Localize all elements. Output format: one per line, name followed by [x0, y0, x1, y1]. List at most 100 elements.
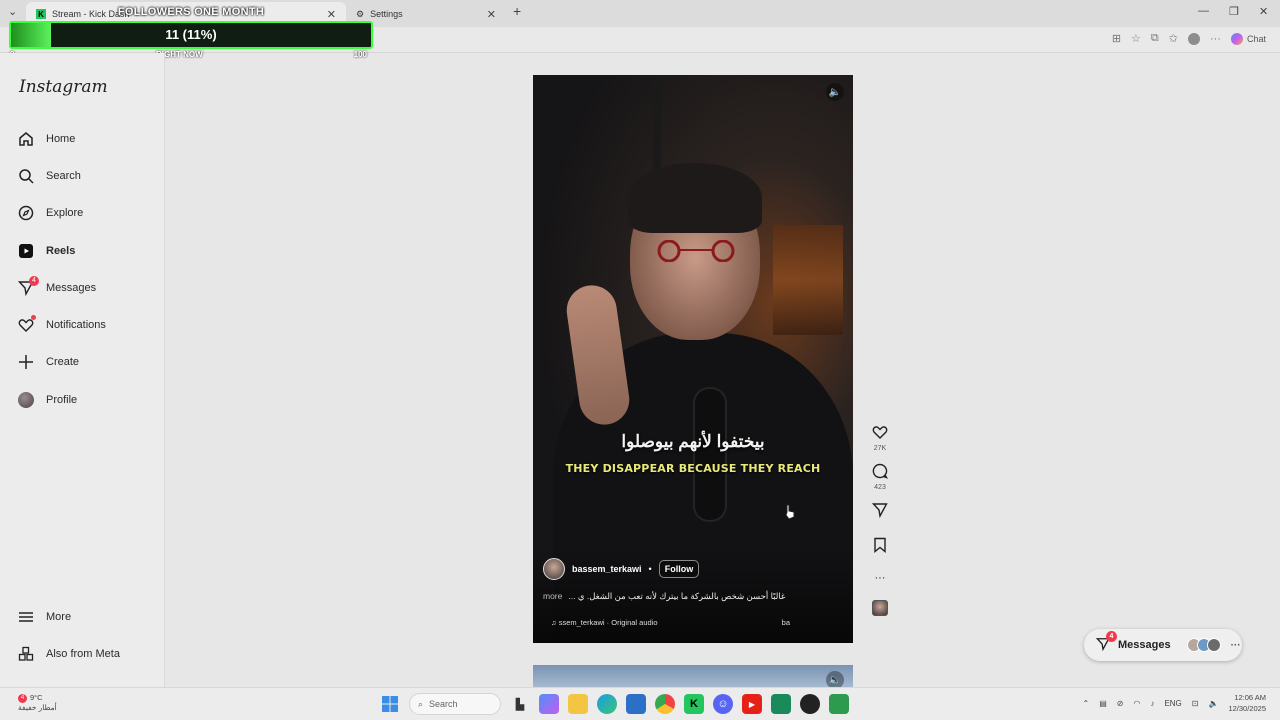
discord-icon[interactable]: ☺ — [713, 694, 733, 714]
app-icon[interactable] — [771, 694, 791, 714]
volume-icon[interactable]: 🔈 — [1208, 699, 1218, 708]
close-tab-icon[interactable]: ✕ — [487, 8, 496, 21]
sidebar-item-explore[interactable]: Explore — [0, 195, 165, 232]
sidebar-item-home[interactable]: Home — [0, 120, 165, 157]
favorite-star-icon[interactable]: ☆ — [1131, 32, 1141, 45]
instagram-logo[interactable]: Instagram — [19, 77, 108, 97]
tab-title: Settings — [370, 9, 403, 19]
sidebar-item-label: Explore — [46, 207, 84, 220]
share-icon — [868, 502, 892, 522]
music-note-icon: ♫ — [551, 618, 557, 627]
new-tab-button[interactable]: + — [513, 3, 521, 19]
followers-progress-value: 11 (11%) — [165, 27, 217, 42]
sidebar-item-also-from-meta[interactable]: Also from Meta — [0, 635, 165, 672]
copilot-icon — [1230, 32, 1243, 45]
comment-icon — [868, 463, 892, 483]
separator-dot: • — [648, 564, 652, 574]
speaker-hair — [628, 163, 762, 233]
more-menu-icon[interactable]: ··· — [1210, 33, 1221, 45]
windows-start-icon[interactable] — [380, 694, 400, 714]
app-install-icon[interactable]: ⊞ — [1112, 32, 1121, 45]
sidebar-item-label: More — [46, 610, 72, 623]
close-window-icon[interactable]: ✕ — [1259, 5, 1268, 18]
microphone — [693, 387, 727, 522]
taskbar-search[interactable]: ⌕ Search — [409, 693, 501, 715]
speaker-mute-icon[interactable]: 🔈 — [826, 83, 844, 101]
share-action[interactable] — [868, 502, 892, 522]
sidebar-item-label: Notifications — [46, 319, 106, 332]
chrome-icon[interactable] — [655, 694, 675, 714]
comment-action[interactable]: 423 — [868, 463, 892, 491]
edge-icon[interactable] — [597, 694, 617, 714]
sidebar-item-label: Also from Meta — [46, 647, 120, 660]
messages-label: Messages — [1118, 639, 1171, 651]
clock[interactable]: 12:06 AM 12/30/2025 — [1228, 692, 1266, 714]
app-icon[interactable] — [829, 694, 849, 714]
follow-button[interactable]: Follow — [658, 560, 700, 578]
more-options-action[interactable]: ··· — [868, 570, 892, 586]
youtube-icon[interactable]: ▶ — [742, 694, 762, 714]
messages-pill[interactable]: 4 Messages ··· — [1084, 629, 1242, 661]
sidebar-item-label: Reels — [46, 244, 76, 257]
sidebar-item-label: Profile — [46, 393, 78, 406]
meta-apps-icon — [18, 646, 34, 662]
favorites-icon[interactable]: ✩ — [1169, 32, 1178, 45]
author-avatar[interactable] — [543, 558, 565, 580]
weather-text: أمطار خفيفة — [18, 703, 57, 712]
author-name[interactable]: bassem_terkawi — [572, 564, 642, 574]
sidebar-item-profile[interactable]: Profile — [0, 381, 165, 418]
sidebar-item-more[interactable]: More — [0, 598, 165, 635]
sidebar-item-messages[interactable]: 4 Messages — [0, 269, 165, 306]
next-reel-preview[interactable]: 🔈 — [533, 665, 853, 687]
like-action[interactable]: 27K — [868, 424, 892, 452]
kick-icon[interactable]: K — [684, 694, 704, 714]
extensions-icon[interactable]: ⧉ — [1151, 32, 1159, 45]
followers-goal-widget: FOLLOWERS ONE MONTH 11 (11%) 0 RIGHT NOW… — [9, 4, 373, 59]
chevron-up-icon[interactable]: ⌃ — [1082, 699, 1089, 708]
plus-icon — [18, 354, 34, 370]
reel-video[interactable]: 🔈 بيختفوا لأنهم بيوصلوا THEY DISAPPEAR B… — [533, 75, 853, 643]
reels-icon — [18, 243, 34, 259]
sidebar-item-label: Messages — [46, 281, 97, 294]
minimize-icon[interactable]: — — [1198, 5, 1209, 17]
copilot-chat-button[interactable]: Chat — [1230, 32, 1266, 45]
home-icon — [18, 131, 34, 147]
obs-icon[interactable] — [800, 694, 820, 714]
wifi-icon[interactable]: ◠ — [1133, 699, 1140, 708]
windows-taskbar: 4 9°C أمطار خفيفة ⌕ Search ▙ K ☺ ▶ ⌃ ▤ ⊘… — [0, 687, 1280, 720]
sidebar-item-notifications[interactable]: Notifications — [0, 306, 165, 343]
sidebar-item-create[interactable]: Create — [0, 344, 165, 381]
more-options-icon: ··· — [874, 572, 886, 584]
system-tray: ⌃ ▤ ⊘ ◠ ♪ ENG ⊡ 🔈 12:06 AM 12/30/2025 — [1082, 692, 1266, 714]
weather-widget[interactable]: 4 9°C أمطار خفيفة — [18, 693, 57, 713]
file-explorer-icon[interactable] — [568, 694, 588, 714]
language-indicator[interactable]: ENG — [1164, 699, 1181, 708]
audio-thumbnail[interactable] — [868, 600, 892, 616]
messages-badge: 4 — [29, 275, 39, 286]
caption-more-link[interactable]: more — [543, 591, 562, 602]
store-icon[interactable] — [626, 694, 646, 714]
speaker-mute-icon[interactable]: 🔈 — [826, 671, 844, 687]
copilot-icon[interactable] — [539, 694, 559, 714]
tray-app-icon[interactable]: ⊘ — [1117, 699, 1124, 708]
tray-app-icon[interactable]: ▤ — [1099, 699, 1107, 708]
sidebar-item-label: Create — [46, 356, 80, 369]
sidebar-item-search[interactable]: Search — [0, 157, 165, 194]
save-action[interactable] — [868, 537, 892, 557]
microphone-icon[interactable]: ♪ — [1150, 699, 1154, 708]
avatar — [1206, 638, 1221, 652]
restore-icon[interactable]: ❐ — [1229, 5, 1239, 18]
reel-author: bassem_terkawi • Follow — [543, 558, 700, 580]
clock-time: 12:06 AM — [1234, 693, 1266, 702]
file-explorer-dark-icon[interactable]: ▙ — [510, 694, 530, 714]
network-icon[interactable]: ⊡ — [1192, 699, 1199, 708]
reel-audio[interactable]: ♫ ssem_terkawi · Original audio — [551, 618, 658, 627]
audio-label: ssem_terkawi · Original audio — [558, 618, 658, 627]
taskbar-apps: ⌕ Search ▙ K ☺ ▶ — [380, 693, 849, 715]
profile-icon[interactable] — [1187, 32, 1200, 45]
menu-icon — [18, 609, 34, 625]
sidebar-item-reels[interactable]: Reels — [0, 232, 165, 269]
caption-text: غالبًا أحسن شخص بالشركة ما بيترك لأنه تع… — [568, 591, 786, 601]
reel-actions: 27K 423 ··· — [868, 424, 892, 616]
sidebar-item-label: Home — [46, 132, 76, 145]
